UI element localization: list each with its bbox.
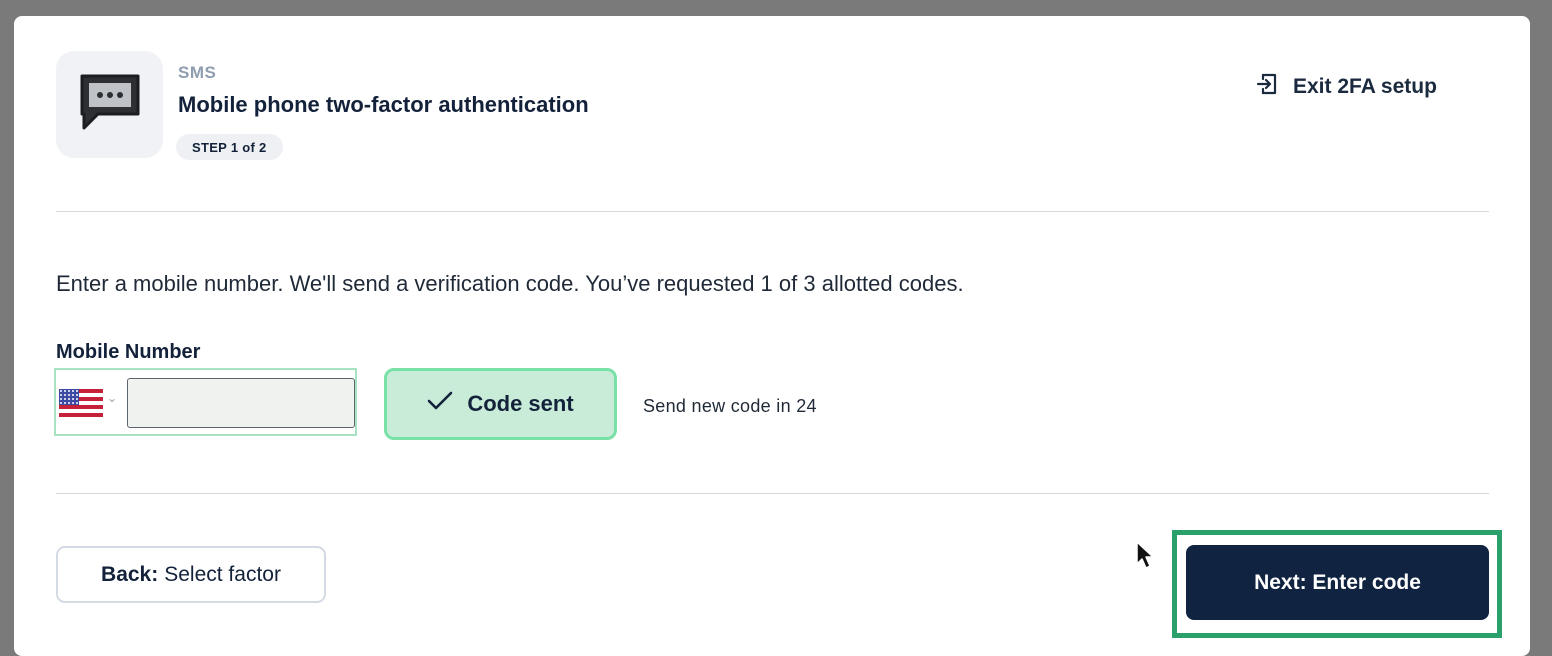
back-button-prefix: Back: [101,562,159,586]
header-divider [56,211,1489,212]
2fa-setup-card: SMS Mobile phone two-factor authenticati… [14,16,1530,656]
mobile-number-input[interactable] [127,378,355,428]
footer-divider [56,493,1489,494]
code-sent-label: Code sent [467,391,574,416]
exit-icon [1255,72,1279,102]
chat-bubble-icon [76,68,144,141]
back-select-factor-button[interactable]: Back: Select factor [56,546,326,603]
resend-countdown: Send new code in 24 [643,396,817,416]
next-enter-code-button[interactable]: Next: Enter code [1186,545,1489,620]
instruction-text: Enter a mobile number. We'll send a veri… [56,271,964,296]
us-flag-icon[interactable] [59,389,103,417]
sms-factor-tile [56,51,163,158]
next-button-label: Next: Enter code [1254,570,1421,594]
checkmark-icon [427,391,453,417]
mobile-number-label: Mobile Number [56,341,201,363]
back-button-label: Select factor [164,562,281,586]
mobile-number-field: ⌄ [54,368,357,436]
exit-2fa-setup-link[interactable]: Exit 2FA setup [1255,72,1437,102]
step-indicator: STEP 1 of 2 [176,134,283,160]
factor-type-label: SMS [178,63,217,82]
page-title: Mobile phone two-factor authentication [178,92,589,117]
exit-2fa-setup-label: Exit 2FA setup [1293,75,1437,98]
mouse-cursor-icon [1135,540,1155,575]
chevron-down-icon[interactable]: ⌄ [107,391,117,405]
code-sent-button[interactable]: Code sent [384,368,617,440]
